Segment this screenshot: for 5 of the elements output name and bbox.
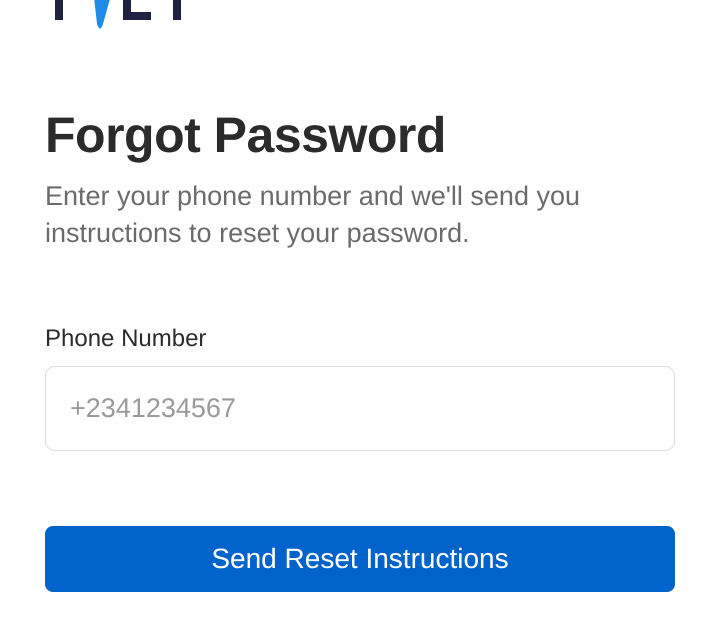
field-label: Phone Number — [45, 324, 206, 354]
page-title: Forgot Password — [45, 106, 447, 165]
instructions-text: Enter your phone number and we'll send you instructions to reset your password. — [45, 180, 581, 250]
send-reset-button[interactable]: Send Reset Instructions — [45, 526, 675, 592]
phone-number-field[interactable]: +2341234567 — [45, 366, 675, 451]
